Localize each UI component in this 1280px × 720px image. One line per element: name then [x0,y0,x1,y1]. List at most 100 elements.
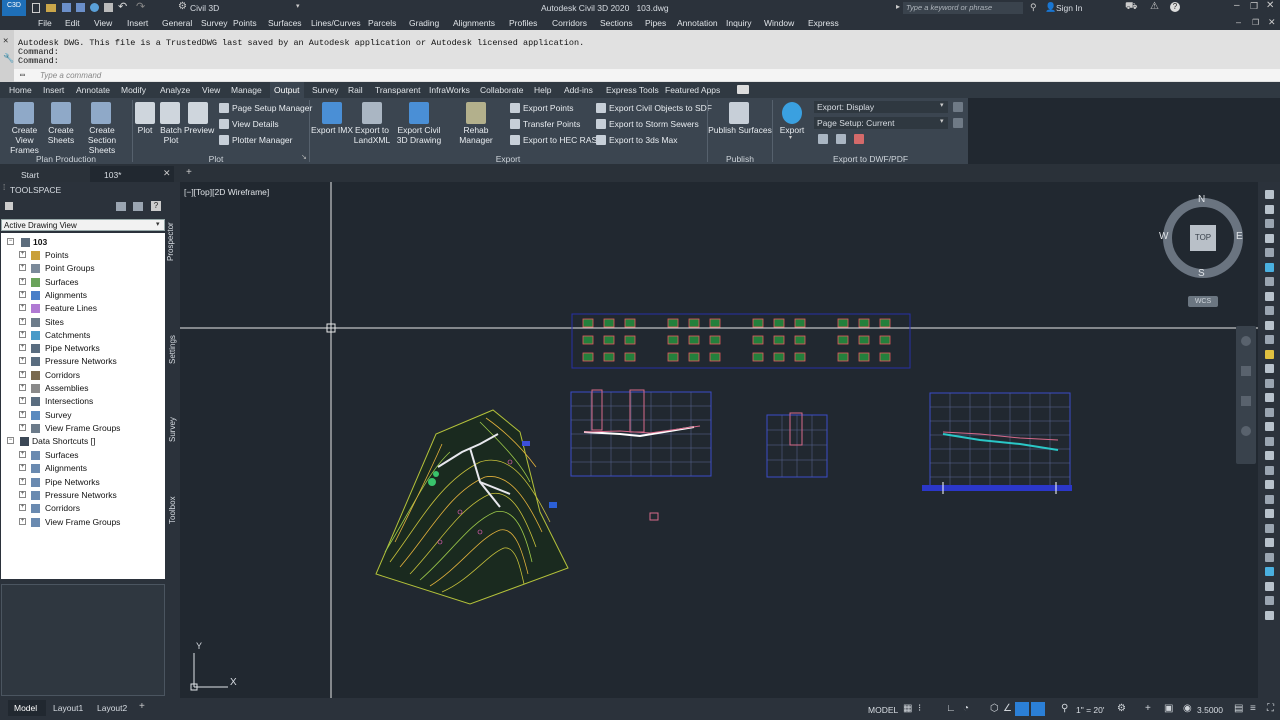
elevation-value[interactable]: 3.5000 [1197,705,1223,715]
tab-analyze[interactable]: Analyze [160,85,190,95]
ortho-icon[interactable]: ∟ [946,704,956,714]
pan-icon[interactable] [1241,366,1251,376]
collapse-icon[interactable]: − [7,437,14,444]
menu-annotation[interactable]: Annotation [677,18,718,28]
page-setup-dropdown[interactable]: Page Setup: Current ▾ [814,117,948,129]
side-tab-settings[interactable]: Settings [168,335,177,364]
menu-insert[interactable]: Insert [127,18,148,28]
tool-icon[interactable] [1265,378,1274,388]
selection-cycling-toggle[interactable] [1031,702,1045,716]
binoculars-icon[interactable]: ⚲ [1030,2,1037,13]
tab-featured-apps[interactable]: Featured Apps [665,85,720,95]
annotation-visibility-icon[interactable]: ⚲ [1061,704,1071,714]
expand-icon[interactable]: + [19,317,26,325]
expand-icon[interactable]: + [19,277,26,285]
expand-icon[interactable]: + [19,410,26,418]
cart-icon[interactable]: ⛟ [1125,1,1138,14]
osnap-track-icon[interactable]: ∠ [1003,704,1013,714]
menu-parcels[interactable]: Parcels [368,18,396,28]
tab-start[interactable]: Start [0,166,88,182]
annotation-scale[interactable]: 1" = 20' [1076,705,1105,715]
ribbon-toggle-icon[interactable] [737,85,749,94]
fullscreen-icon[interactable]: ⛶ [1267,704,1277,714]
tool-icon[interactable] [1265,248,1274,257]
menu-edit[interactable]: Edit [65,18,80,28]
layout-tab-layout1[interactable]: Layout1 [53,703,83,713]
expand-icon[interactable]: + [19,477,26,485]
tab-home[interactable]: Home [9,85,32,95]
full-navigation-wheel-icon[interactable] [1241,336,1251,346]
tool-icon[interactable] [1265,610,1274,620]
tool-icon[interactable] [1265,523,1274,533]
export-storm-sewers-button[interactable]: Export to Storm Sewers [609,119,699,129]
tool-icon[interactable] [1265,407,1274,417]
tree-root[interactable]: − 103 [1,236,165,249]
snap-icon[interactable]: ⁝ [918,704,928,714]
menu-view[interactable]: View [94,18,112,28]
tree-item-sites[interactable]: + Sites [1,316,165,329]
expand-icon[interactable]: + [19,357,26,365]
rehab-manager-button[interactable]: Rehab Manager [446,125,506,145]
drawing-viewport[interactable]: [−][Top][2D Wireframe] Y X TOP N S E W W… [180,182,1258,698]
orbit-icon[interactable] [1241,426,1251,436]
compass-east[interactable]: E [1236,231,1243,242]
tab-manage[interactable]: Manage [231,85,262,95]
compass-south[interactable]: S [1198,268,1205,279]
tool-icon[interactable] [1265,480,1274,489]
tool-icon[interactable] [1265,509,1274,518]
tool-icon[interactable] [1265,291,1274,301]
tree-item-intersections[interactable]: + Intersections [1,395,165,408]
tab-view[interactable]: View [202,85,220,95]
search-box[interactable]: Type a keyword or phrase [903,2,1023,14]
tool-icon[interactable] [1265,451,1274,460]
menu-profiles[interactable]: Profiles [509,18,537,28]
tab-modify[interactable]: Modify [121,85,146,95]
tool-icon[interactable] [1265,581,1274,591]
expand-icon[interactable]: + [19,290,26,298]
tool-icon[interactable] [1265,233,1274,243]
command-input-row[interactable]: ▭ Type a command [14,69,1280,81]
tab-annotate[interactable]: Annotate [76,85,110,95]
create-view-frames-button[interactable]: Create View Frames [2,125,47,155]
tree-item-catchments[interactable]: + Catchments [1,329,165,342]
tool-icon[interactable] [1265,552,1274,562]
menu-alignments[interactable]: Alignments [453,18,495,28]
tool-icon[interactable] [1265,219,1274,228]
menu-lines-curves[interactable]: Lines/Curves [311,18,361,28]
shortcut-item-view-frame-groups[interactable]: + View Frame Groups [1,516,165,529]
menu-inquiry[interactable]: Inquiry [726,18,752,28]
restore-button[interactable]: ❐ [1250,1,1258,12]
expand-icon[interactable]: + [19,464,26,472]
tab-survey[interactable]: Survey [312,85,338,95]
zoom-extents-icon[interactable] [1241,396,1251,406]
search-input[interactable]: Type a keyword or phrase [906,3,992,12]
grip-icon[interactable]: ⁞ [3,183,5,192]
close-icon[interactable]: ✕ [163,168,171,179]
expand-icon[interactable]: + [19,264,26,272]
tab-output[interactable]: Output [270,82,304,98]
publish-surfaces-button[interactable]: Publish Surfaces [708,125,772,135]
expand-icon[interactable]: + [19,490,26,498]
export-display-dropdown[interactable]: Export: Display ▾ [814,101,948,113]
wrench-icon[interactable]: 🔧 [3,54,14,64]
menu-express[interactable]: Express [808,18,839,28]
tab-add-ins[interactable]: Add-ins [564,85,593,95]
plotter-manager-button[interactable]: Plotter Manager [232,135,292,145]
layout-tab-layout2[interactable]: Layout2 [97,703,127,713]
dwf-icon[interactable] [818,134,828,144]
export-sdf-button[interactable]: Export Civil Objects to SDF [609,103,712,113]
expand-icon[interactable]: + [19,451,26,458]
tool-icon[interactable] [1265,277,1274,286]
workspace-switch-icon[interactable]: ⚙ [1117,704,1127,714]
tool-icon[interactable] [1265,262,1274,272]
tree-item-view-frame-groups[interactable]: + View Frame Groups [1,422,165,435]
new-icon[interactable] [32,3,40,13]
expand-icon[interactable]: + [19,370,26,378]
shortcut-item-alignments[interactable]: + Alignments [1,462,165,475]
model-space-toggle[interactable]: MODEL [868,705,898,715]
command-input[interactable]: Type a command [40,71,101,80]
tree-item-assemblies[interactable]: + Assemblies [1,382,165,395]
add-layout-icon[interactable]: + [139,701,145,712]
clean-screen-icon[interactable]: ▤ [1234,704,1244,714]
tree-item-pipe-networks[interactable]: + Pipe Networks [1,342,165,355]
